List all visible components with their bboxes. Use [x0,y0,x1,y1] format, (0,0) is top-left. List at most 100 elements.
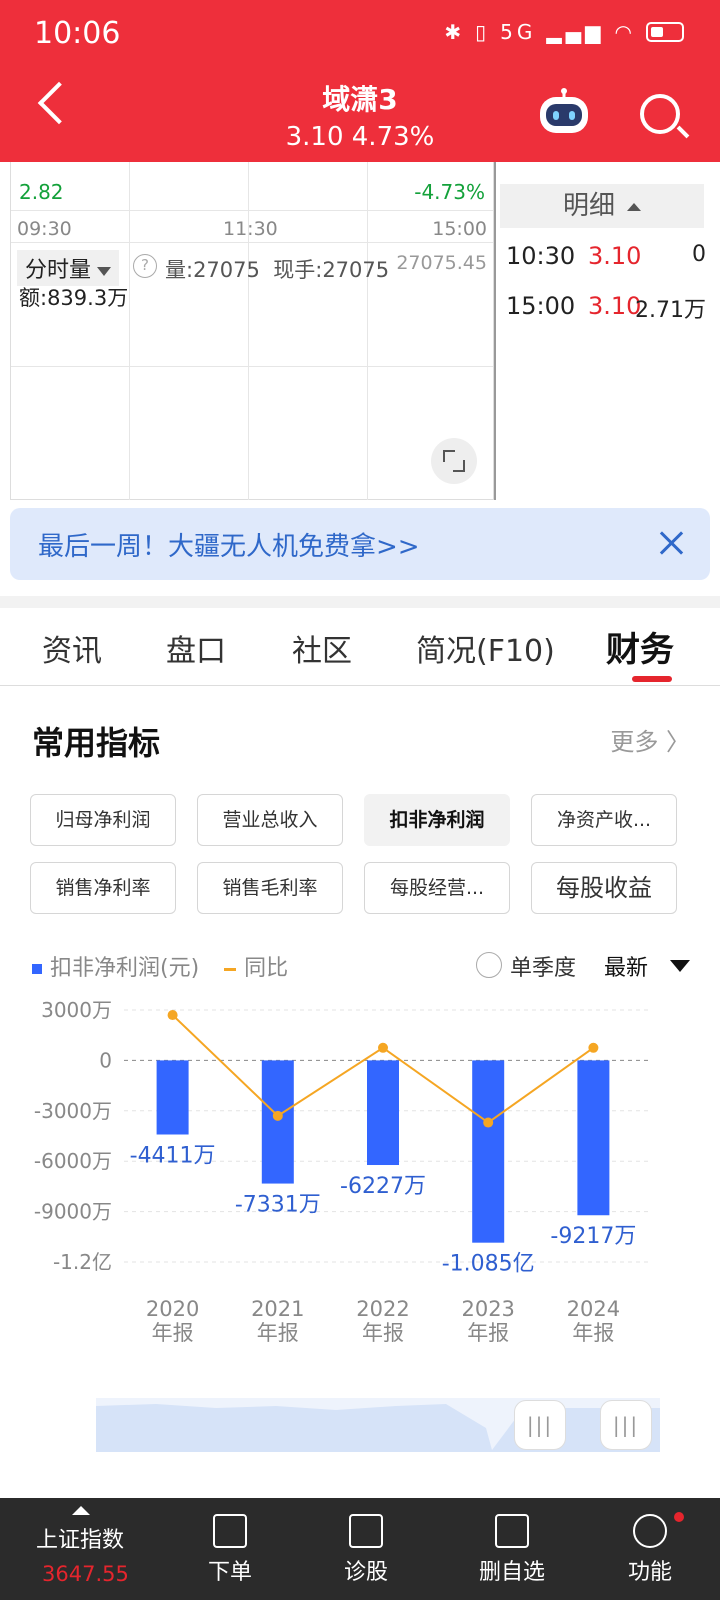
expand-icon[interactable] [431,438,477,484]
range-handle-right[interactable]: ||| [600,1400,652,1450]
bar [261,1060,294,1184]
chevron-down-icon[interactable] [670,960,690,972]
chip-parent-net-profit[interactable]: 归母净利润 [30,794,176,846]
robot-assistant-icon[interactable] [536,88,592,136]
active-tab-indicator [632,676,672,682]
tab-finance[interactable]: 财务 [606,622,674,671]
intraday-chart[interactable]: 2.82 -4.73% 09:30 11:30 15:00 分时量 额:839.… [10,162,494,500]
volume-value: 量:27075 [165,258,260,282]
detail-time: 10:30 [506,242,576,270]
promo-text[interactable]: 最后一周！大疆无人机免费拿>> [38,526,420,563]
chip-deducted-net-profit[interactable]: 扣非净利润 [364,794,510,846]
yoy-point [378,1042,388,1053]
nav-diagnose[interactable]: 诊股 [316,1498,416,1600]
volume-info: 量:27075 现手:27075 [165,254,389,284]
legend-line-label: 同比 [244,956,289,981]
range-handle-left[interactable]: ||| [514,1400,566,1450]
trade-detail-panel: 明细 10:30 3.10 0 15:00 3.10 2.71万 [494,162,712,500]
period-dropdown[interactable]: 最新 [604,950,648,982]
volume-type-dropdown[interactable]: 分时量 [17,250,120,286]
help-icon[interactable]: ? [133,254,157,278]
battery-icon [646,22,684,42]
nav-remove-watchlist[interactable]: 删自选 [452,1498,572,1600]
y-tick-label: 3000万 [41,1000,112,1022]
x-tick-label-suffix: 年报 [572,1321,614,1345]
chip-roe[interactable]: 净资产收... [531,794,677,846]
tab-community[interactable]: 社区 [292,626,352,670]
nav-functions[interactable]: 功能 [600,1498,700,1600]
header-bar: 10:06 ✱ ▯ 5G ▂▄▆ ◠ 域潇3 3.10 4.73% [0,0,720,162]
close-icon[interactable] [652,524,692,564]
volume-max: 27075.45 [396,252,487,274]
chart-legend: 扣非净利润(元) 同比 [32,950,288,982]
diagnose-icon [349,1514,383,1548]
bar [156,1060,189,1135]
financial-chart: 3000万 0 -3000万 -6000万 -9000万 -1.2亿 -4411万 -7331… [34,1000,650,1345]
chevron-up-icon[interactable] [72,1506,90,1515]
bar [577,1060,610,1216]
promo-banner[interactable]: 最后一周！大疆无人机免费拿>> [10,508,710,580]
detail-price: 3.10 [588,292,642,320]
wifi-icon: ◠ [614,20,636,44]
time-label-mid: 11:30 [223,218,278,240]
grid-line [129,162,130,500]
legend-line-swatch [224,967,237,971]
section-title: 常用指标 [32,724,161,762]
index-value: 3647.55 [42,1562,129,1586]
range-preview [96,1404,660,1452]
index-name[interactable]: 上证指数 [36,1522,124,1554]
chart-range-scroller[interactable]: ||| ||| [96,1398,660,1452]
yoy-point [483,1117,494,1128]
more-link[interactable]: 更多 〉 [610,722,690,757]
tab-order-book[interactable]: 盘口 [166,626,226,670]
nav-order-label: 下单 [207,1560,252,1585]
bar-data-label: -6227万 [340,1174,426,1199]
low-price: 2.82 [19,180,64,204]
single-quarter-label[interactable]: 单季度 [510,950,576,982]
time-label-end: 15:00 [432,218,487,240]
chip-net-margin[interactable]: 销售净利率 [30,862,176,914]
nav-functions-label: 功能 [627,1560,672,1585]
bar [367,1060,399,1166]
detail-volume: 0 [692,242,706,267]
grid-line [248,162,249,500]
bar [472,1060,505,1243]
single-quarter-radio[interactable] [476,952,502,978]
nav-order[interactable]: 下单 [180,1498,280,1600]
legend-bar-label: 扣非净利润(元) [50,956,200,981]
bluetooth-icon: ✱ [444,20,466,44]
bottom-nav: 上证指数 3647.55 下单 诊股 删自选 功能 [0,1498,720,1600]
search-icon[interactable] [640,94,680,134]
notification-dot [674,1512,684,1522]
detail-header-button[interactable]: 明细 [500,184,704,228]
x-tick-label-suffix: 年报 [467,1321,509,1345]
grid-line [11,210,493,211]
grid-line [11,242,493,243]
time-label-start: 09:30 [17,218,72,240]
y-tick-label: -6000万 [34,1149,112,1173]
vibrate-icon: ▯ [475,20,491,44]
signal-5g: 5G [500,20,537,44]
tab-news[interactable]: 资讯 [42,626,102,670]
minus-icon [495,1514,529,1548]
detail-time: 15:00 [506,292,576,320]
tab-bar: 资讯 盘口 社区 简况(F10) 财务 [0,608,720,686]
signal-icon: ▂▄▆ [546,20,605,44]
tab-profile-f10[interactable]: 简况(F10) [416,626,555,670]
bar-data-label: -7331万 [235,1193,321,1218]
detail-volume: 2.71万 [635,298,706,323]
bar-data-label: -1.085亿 [442,1252,535,1277]
stock-price-change: 3.10 4.73% [285,122,435,152]
chip-eps[interactable]: 每股收益 [531,862,677,914]
x-tick-label-suffix: 年报 [362,1321,404,1345]
y-tick-label: -3000万 [34,1099,112,1123]
bar-data-label: -4411万 [130,1144,216,1169]
x-tick-label-suffix: 年报 [152,1321,194,1345]
chip-gross-margin[interactable]: 销售毛利率 [197,862,343,914]
chip-total-revenue[interactable]: 营业总收入 [197,794,343,846]
x-tick-label: 2022 [356,1297,409,1321]
nav-remove-label: 删自选 [478,1560,545,1585]
yoy-point [272,1110,283,1121]
chip-operating-cashflow-per-share[interactable]: 每股经营... [364,862,510,914]
x-tick-label: 2024 [567,1297,620,1321]
